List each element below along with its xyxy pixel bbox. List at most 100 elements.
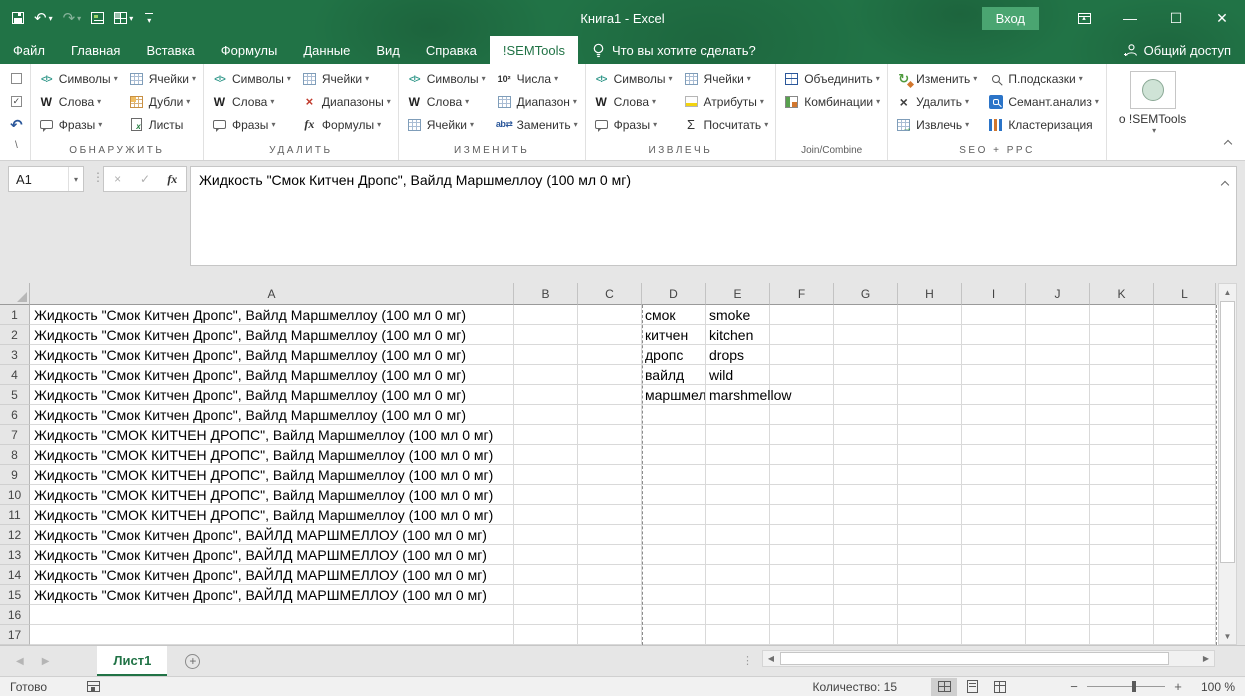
cell-H10[interactable]	[898, 485, 962, 505]
sign-in-button[interactable]: Вход	[982, 7, 1039, 30]
cell-I17[interactable]	[962, 625, 1026, 645]
ribbon-button-delete-x[interactable]: ×Удалить▾	[890, 90, 982, 113]
cell-A10[interactable]: Жидкость "СМОК КИТЧЕН ДРОПС", Вайлд Марш…	[30, 485, 514, 505]
cell-H8[interactable]	[898, 445, 962, 465]
cell-I2[interactable]	[962, 325, 1026, 345]
cell-L4[interactable]	[1154, 365, 1216, 385]
column-header-K[interactable]: K	[1090, 283, 1154, 305]
row-header-3[interactable]: 3	[0, 345, 30, 365]
cell-C10[interactable]	[578, 485, 642, 505]
cell-E9[interactable]	[706, 465, 770, 485]
cell-K10[interactable]	[1090, 485, 1154, 505]
cell-F7[interactable]	[770, 425, 834, 445]
cell-H1[interactable]	[898, 305, 962, 325]
cell-E5[interactable]: marshmellow	[706, 385, 770, 405]
tab-semtools[interactable]: !SEMTools	[490, 36, 578, 64]
row-header-13[interactable]: 13	[0, 545, 30, 565]
cell-K7[interactable]	[1090, 425, 1154, 445]
minimize-button[interactable]: —	[1107, 0, 1153, 36]
cell-F14[interactable]	[770, 565, 834, 585]
cell-L16[interactable]	[1154, 605, 1216, 625]
ribbon-button-ranges-x[interactable]: ×Диапазоны▾	[296, 90, 396, 113]
cell-I4[interactable]	[962, 365, 1026, 385]
cell-C3[interactable]	[578, 345, 642, 365]
ribbon-button-merge[interactable]: Объединить▾	[778, 67, 885, 90]
save-button[interactable]	[12, 12, 24, 24]
cell-J3[interactable]	[1026, 345, 1090, 365]
cell-C6[interactable]	[578, 405, 642, 425]
row-header-4[interactable]: 4	[0, 365, 30, 385]
cell-B3[interactable]	[514, 345, 578, 365]
cell-F2[interactable]	[770, 325, 834, 345]
cell-C5[interactable]	[578, 385, 642, 405]
cell-A8[interactable]: Жидкость "СМОК КИТЧЕН ДРОПС", Вайлд Марш…	[30, 445, 514, 465]
column-header-D[interactable]: D	[642, 283, 706, 305]
ribbon-button-numbers[interactable]: 10²Числа▾	[491, 67, 583, 90]
cell-B7[interactable]	[514, 425, 578, 445]
count-indicator[interactable]: Количество: 15	[813, 680, 897, 694]
zoom-out-button[interactable]: −	[1069, 679, 1079, 694]
checkbox-empty-button[interactable]	[9, 67, 24, 90]
cell-L7[interactable]	[1154, 425, 1216, 445]
ribbon-button-sigma[interactable]: ΣПосчитать▾	[678, 113, 774, 136]
cell-D3[interactable]: дропс	[642, 345, 706, 365]
cell-A11[interactable]: Жидкость "СМОК КИТЧЕН ДРОПС", Вайлд Марш…	[30, 505, 514, 525]
row-header-9[interactable]: 9	[0, 465, 30, 485]
cell-H16[interactable]	[898, 605, 962, 625]
cell-G15[interactable]	[834, 585, 898, 605]
cell-B11[interactable]	[514, 505, 578, 525]
cell-I9[interactable]	[962, 465, 1026, 485]
cell-I10[interactable]	[962, 485, 1026, 505]
cell-C2[interactable]	[578, 325, 642, 345]
cell-B10[interactable]	[514, 485, 578, 505]
cell-I1[interactable]	[962, 305, 1026, 325]
cell-H14[interactable]	[898, 565, 962, 585]
ribbon-button-cells[interactable]: Ячейки▾	[123, 67, 201, 90]
cell-H3[interactable]	[898, 345, 962, 365]
cell-G6[interactable]	[834, 405, 898, 425]
cell-J17[interactable]	[1026, 625, 1090, 645]
cell-H13[interactable]	[898, 545, 962, 565]
cell-E6[interactable]	[706, 405, 770, 425]
cell-D5[interactable]: маршмел	[642, 385, 706, 405]
cell-B4[interactable]	[514, 365, 578, 385]
cell-C13[interactable]	[578, 545, 642, 565]
cell-E17[interactable]	[706, 625, 770, 645]
cell-H6[interactable]	[898, 405, 962, 425]
cell-A13[interactable]: Жидкость "Смок Китчен Дропс", ВАЙЛД МАРШ…	[30, 545, 514, 565]
cell-B15[interactable]	[514, 585, 578, 605]
cell-I11[interactable]	[962, 505, 1026, 525]
cell-L12[interactable]	[1154, 525, 1216, 545]
cell-F4[interactable]	[770, 365, 834, 385]
cell-L9[interactable]	[1154, 465, 1216, 485]
cell-J1[interactable]	[1026, 305, 1090, 325]
cell-A12[interactable]: Жидкость "Смок Китчен Дропс", ВАЙЛД МАРШ…	[30, 525, 514, 545]
undo-button[interactable]: ↶▾	[34, 11, 53, 26]
cell-K9[interactable]	[1090, 465, 1154, 485]
collapse-ribbon-button[interactable]	[1225, 134, 1231, 152]
cell-E15[interactable]	[706, 585, 770, 605]
ribbon-button-words[interactable]: WСлова▾	[33, 90, 123, 113]
cell-I13[interactable]	[962, 545, 1026, 565]
tab-view[interactable]: Вид	[363, 36, 413, 64]
row-header-8[interactable]: 8	[0, 445, 30, 465]
cell-D9[interactable]	[642, 465, 706, 485]
cell-J12[interactable]	[1026, 525, 1090, 545]
cell-I15[interactable]	[962, 585, 1026, 605]
zoom-slider-thumb[interactable]	[1132, 681, 1136, 692]
cell-G3[interactable]	[834, 345, 898, 365]
row-header-11[interactable]: 11	[0, 505, 30, 525]
ribbon-button-duplicates[interactable]: Дубли▾	[123, 90, 201, 113]
cell-E14[interactable]	[706, 565, 770, 585]
cell-J14[interactable]	[1026, 565, 1090, 585]
normal-view-button[interactable]	[931, 678, 957, 696]
cell-G5[interactable]	[834, 385, 898, 405]
tab-help[interactable]: Справка	[413, 36, 490, 64]
ribbon-button-gear-refresh[interactable]: ↻Изменить▾	[890, 67, 982, 90]
cell-F8[interactable]	[770, 445, 834, 465]
cell-D10[interactable]	[642, 485, 706, 505]
cell-F15[interactable]	[770, 585, 834, 605]
ribbon-button-symbols[interactable]: <!>Символы▾	[33, 67, 123, 90]
cell-G12[interactable]	[834, 525, 898, 545]
cell-B13[interactable]	[514, 545, 578, 565]
